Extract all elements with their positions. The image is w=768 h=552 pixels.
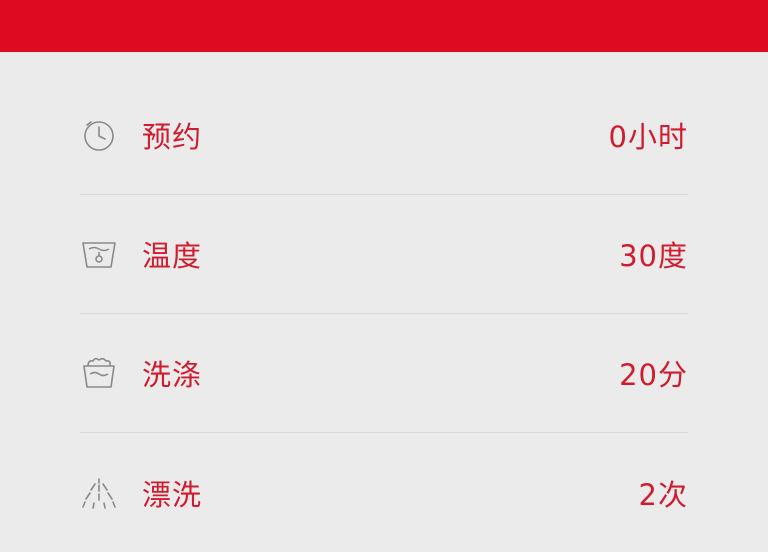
setting-label-rinse: 漂洗 <box>142 477 203 512</box>
setting-value-schedule: 0小时 <box>608 120 688 154</box>
setting-row-wash[interactable]: 洗涤 20分 <box>80 314 688 433</box>
setting-value-wash: 20分 <box>619 358 688 392</box>
setting-row-temperature[interactable]: 温度 30度 <box>80 195 688 314</box>
header-bar <box>0 0 768 52</box>
clock-icon <box>80 115 120 155</box>
wash-tub-icon <box>80 353 120 393</box>
setting-label-wash: 洗涤 <box>142 358 203 392</box>
setting-row-schedule[interactable]: 预约 0小时 <box>80 76 688 195</box>
setting-value-rinse: 2次 <box>638 477 688 512</box>
temperature-tub-icon <box>80 234 120 274</box>
wash-settings-list: 预约 0小时 温度 30度 洗涤 20分 漂洗 2次 <box>80 76 688 552</box>
setting-label-temperature: 温度 <box>142 239 203 273</box>
setting-label-schedule: 预约 <box>142 120 203 154</box>
rinse-shower-icon <box>80 473 120 513</box>
setting-row-rinse[interactable]: 漂洗 2次 <box>80 433 688 552</box>
setting-value-temperature: 30度 <box>619 239 688 273</box>
